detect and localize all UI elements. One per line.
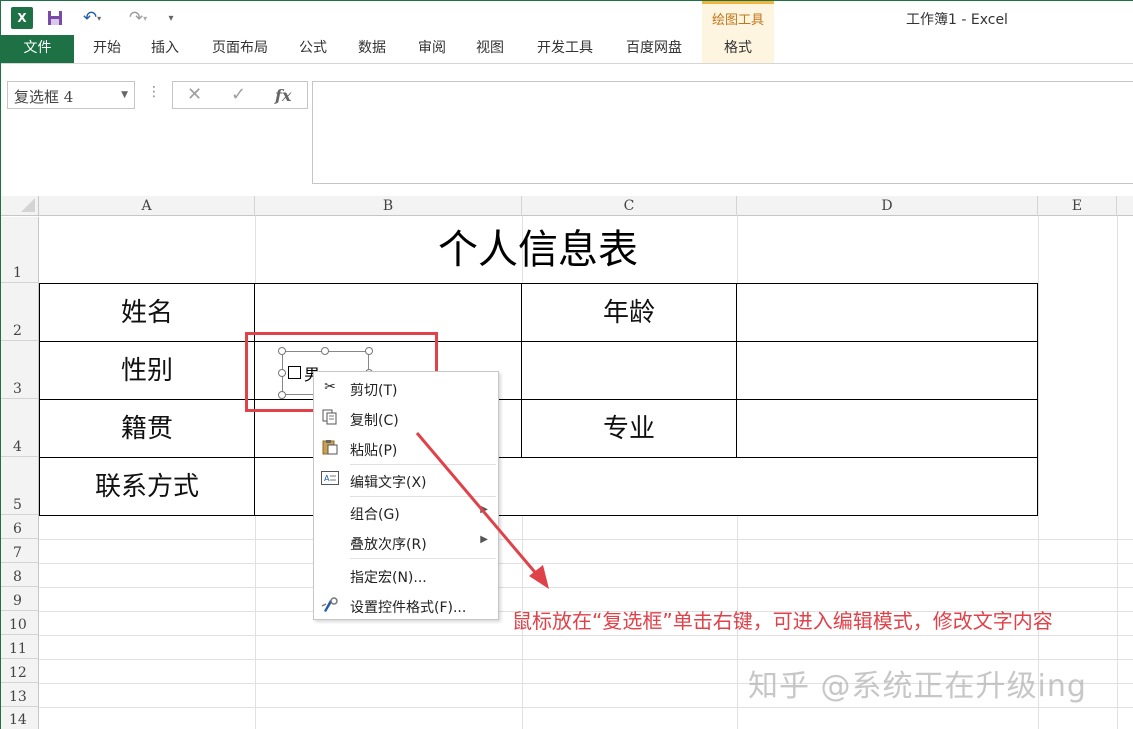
- gridline: [1117, 216, 1118, 729]
- name-box-dropdown-icon[interactable]: ▼: [121, 90, 128, 100]
- row-header-2[interactable]: 2: [1, 283, 39, 341]
- undo-icon[interactable]: ↶ ▾: [77, 7, 107, 29]
- cell-label-gender[interactable]: 性别: [40, 342, 254, 400]
- annotation-text: 鼠标放在“复选框”单击右键，可进入编辑模式，修改文字内容: [512, 609, 1053, 633]
- row-header-14[interactable]: 14: [1, 707, 39, 729]
- menu-item-label: 剪切(T): [350, 383, 398, 399]
- tab-data[interactable]: 数据: [348, 35, 396, 63]
- column-header-c[interactable]: C: [522, 196, 737, 216]
- row-header-4[interactable]: 4: [1, 399, 39, 457]
- formula-bar-buttons: ✕ ✓ fx: [172, 81, 308, 109]
- gridline: [1038, 216, 1039, 729]
- select-all-corner[interactable]: [1, 196, 39, 216]
- enter-check-icon[interactable]: ✓: [231, 84, 246, 105]
- gridline: [39, 563, 1133, 564]
- cell-label-name[interactable]: 姓名: [40, 284, 254, 342]
- redo-icon[interactable]: ↷ ▾: [121, 7, 155, 29]
- ribbon-tabs: 文件 开始 插入 页面布局 公式 数据 审阅 视图 开发工具 百度网盘 格式: [1, 35, 1133, 63]
- row-header-7[interactable]: 7: [1, 539, 39, 563]
- cell-label-contact[interactable]: 联系方式: [40, 458, 254, 516]
- menu-item-edit-text[interactable]: A 编辑文字(X): [314, 466, 498, 494]
- gridline: [39, 707, 1133, 708]
- gridline: [39, 587, 1133, 588]
- insert-function-icon[interactable]: fx: [275, 86, 291, 105]
- row-header-3[interactable]: 3: [1, 341, 39, 399]
- tab-home[interactable]: 开始: [83, 35, 131, 63]
- gridline: [39, 659, 1133, 660]
- gridline: [39, 539, 1133, 540]
- format-control-icon: [320, 596, 340, 614]
- scissors-icon: ✂: [324, 379, 336, 395]
- menu-item-copy[interactable]: 复制(C): [314, 404, 498, 432]
- menu-item-paste[interactable]: 粘贴(P): [314, 434, 498, 462]
- menu-item-cut[interactable]: ✂ 剪切(T): [314, 374, 498, 402]
- row-header-11[interactable]: 11: [1, 635, 39, 659]
- paste-icon: [320, 439, 340, 457]
- row-header-10[interactable]: 10: [1, 611, 39, 635]
- cell-label-origin[interactable]: 籍贯: [40, 400, 254, 458]
- menu-separator: [350, 496, 496, 497]
- menu-separator: [350, 464, 496, 465]
- menu-separator: [350, 558, 496, 559]
- cell-label-major[interactable]: 专业: [522, 400, 736, 458]
- formula-bar: 复选框 4 ▼ ⋮ ✕ ✓ fx: [1, 64, 1133, 192]
- menu-item-label: 粘贴(P): [350, 443, 398, 459]
- formula-bar-grip-icon[interactable]: ⋮: [147, 84, 161, 100]
- tab-formulas[interactable]: 公式: [289, 35, 337, 63]
- row-header-8[interactable]: 8: [1, 563, 39, 587]
- menu-item-format-control[interactable]: 设置控件格式(F)...: [314, 591, 498, 619]
- name-box[interactable]: 复选框 4 ▼: [7, 81, 135, 109]
- title-bar: X ↶ ▾ ↷ ▾ ▾ 绘图工具 工作簿1 - Excel: [1, 1, 1133, 63]
- copy-icon: [320, 409, 340, 427]
- excel-window: X ↶ ▾ ↷ ▾ ▾ 绘图工具 工作簿1 - Excel 文件 开始 插入 页面布…: [0, 0, 1133, 729]
- column-header-b[interactable]: B: [255, 196, 522, 216]
- menu-item-order[interactable]: 叠放次序(R) ▶: [314, 528, 498, 556]
- tab-insert[interactable]: 插入: [141, 35, 189, 63]
- window-title: 工作簿1 - Excel: [906, 12, 1008, 28]
- menu-item-assign-macro[interactable]: 指定宏(N)...: [314, 561, 498, 589]
- watermark: 知乎 @系统正在升级ing: [748, 669, 1087, 704]
- row-header-6[interactable]: 6: [1, 515, 39, 539]
- menu-item-label: 设置控件格式(F)...: [350, 600, 467, 616]
- column-header-d[interactable]: D: [737, 196, 1038, 216]
- edit-text-icon: A: [320, 471, 340, 489]
- excel-logo-icon[interactable]: X: [11, 7, 33, 29]
- tab-view[interactable]: 视图: [466, 35, 514, 63]
- context-menu: ✂ 剪切(T) 复制(C) 粘贴(P) A 编辑文字(X) 组合(G) ▶ 叠放…: [313, 371, 499, 620]
- row-header-5[interactable]: 5: [1, 457, 39, 515]
- drawing-tools-label: 绘图工具: [711, 13, 764, 28]
- menu-item-group[interactable]: 组合(G) ▶: [314, 498, 498, 526]
- save-icon[interactable]: [45, 7, 65, 29]
- submenu-arrow-icon: ▶: [480, 504, 488, 515]
- column-header-e[interactable]: E: [1038, 196, 1117, 216]
- tab-developer[interactable]: 开发工具: [526, 35, 604, 63]
- table-border: [1037, 283, 1038, 516]
- menu-item-label: 组合(G): [350, 507, 400, 523]
- tab-review[interactable]: 审阅: [408, 35, 456, 63]
- menu-item-label: 指定宏(N)...: [350, 570, 427, 586]
- row-header-13[interactable]: 13: [1, 683, 39, 707]
- customize-qat-icon[interactable]: ▾: [161, 7, 181, 29]
- tab-file[interactable]: 文件: [1, 35, 74, 63]
- table-border: [736, 283, 737, 458]
- name-box-value: 复选框 4: [14, 88, 74, 106]
- submenu-arrow-icon: ▶: [480, 534, 488, 545]
- menu-item-label: 编辑文字(X): [350, 475, 427, 491]
- table-title[interactable]: 个人信息表: [39, 217, 1037, 283]
- cell-label-age[interactable]: 年龄: [522, 284, 736, 342]
- cancel-x-icon[interactable]: ✕: [187, 84, 202, 105]
- tab-page-layout[interactable]: 页面布局: [201, 35, 279, 63]
- row-header-12[interactable]: 12: [1, 659, 39, 683]
- tab-baidu-netdisk[interactable]: 百度网盘: [615, 35, 693, 63]
- column-header-a[interactable]: A: [39, 196, 255, 216]
- tab-format[interactable]: 格式: [702, 35, 774, 63]
- formula-input[interactable]: [312, 81, 1133, 184]
- row-header-9[interactable]: 9: [1, 587, 39, 611]
- svg-text:A: A: [324, 474, 330, 483]
- menu-item-label: 复制(C): [350, 413, 399, 429]
- row-header-1[interactable]: 1: [1, 217, 39, 283]
- menu-item-label: 叠放次序(R): [350, 537, 427, 553]
